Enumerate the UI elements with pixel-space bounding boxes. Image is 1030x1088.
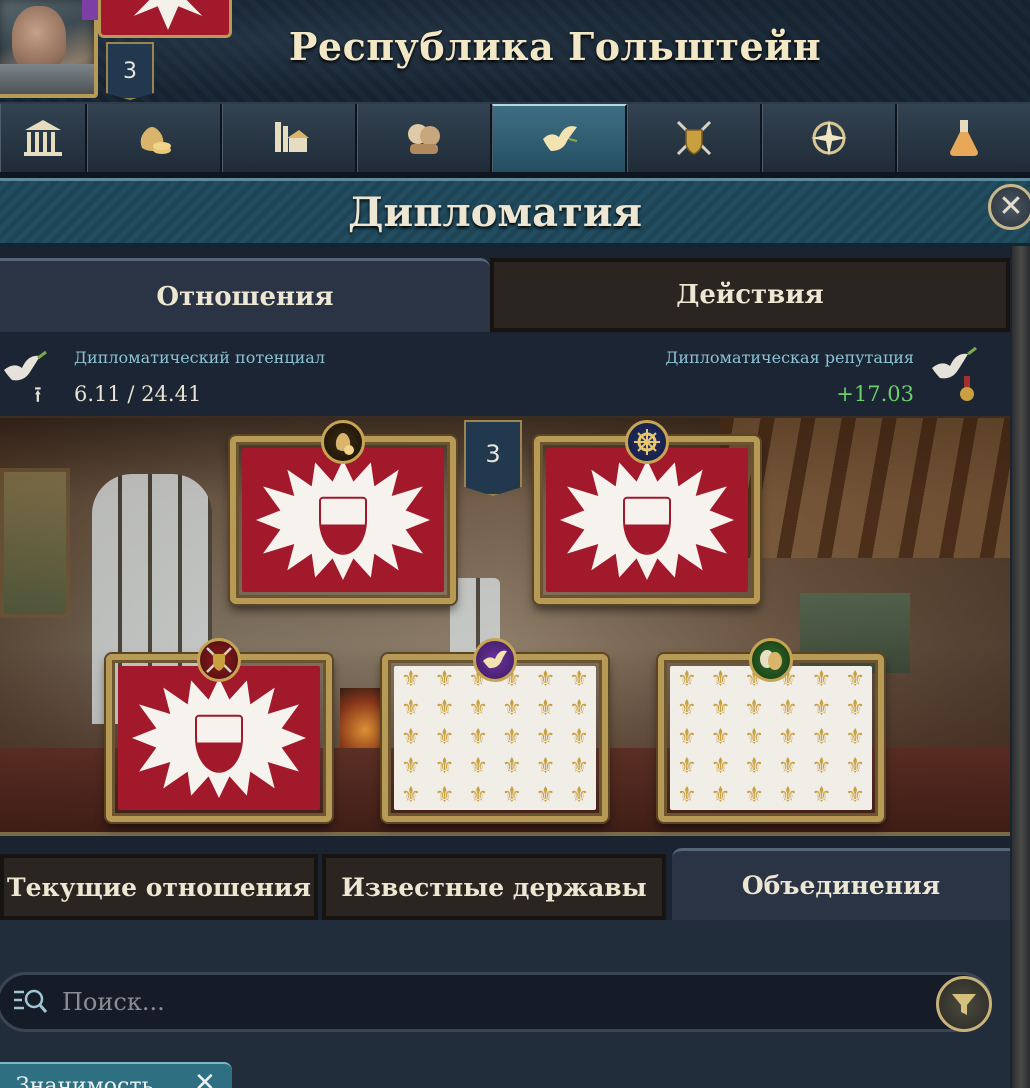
- sort-chip-remove-icon[interactable]: ✕: [194, 1068, 216, 1088]
- diplomat-flag: [546, 448, 748, 592]
- tab-actions[interactable]: Действия: [490, 258, 1010, 332]
- scene-ceiling-beams: [720, 418, 1010, 558]
- filter-button[interactable]: [936, 976, 992, 1032]
- government-icon: [24, 120, 62, 156]
- main-tab-bar: [0, 104, 1030, 172]
- tab-politics[interactable]: [357, 104, 492, 172]
- scene-painting: [0, 468, 70, 618]
- realm-title: Республика Гольштейн: [288, 24, 822, 69]
- diplomatic-potential-label: Дипломатический потенциал: [74, 348, 325, 367]
- tab-relations[interactable]: Отношения: [0, 258, 490, 332]
- politics-icon: [408, 124, 440, 154]
- diplomatic-reputation-value: +17.03: [836, 382, 914, 406]
- reputation-dove-medal-icon: [932, 346, 977, 401]
- diplomat-role-medallion: [321, 420, 365, 464]
- tab-treasury[interactable]: [87, 104, 222, 172]
- tab-government[interactable]: [0, 104, 87, 172]
- diplomat-role-medallion: [197, 638, 241, 682]
- buildings-icon: [275, 122, 309, 152]
- search-input[interactable]: [62, 984, 922, 1020]
- ruler-face: [12, 6, 66, 72]
- diplomatic-reputation-label: Дипломатическая репутация: [665, 348, 914, 367]
- sort-chip-label: Значимость: [16, 1074, 154, 1088]
- capacity-upgrade-icon[interactable]: ⭱: [34, 378, 42, 416]
- search-icon: [14, 989, 48, 1013]
- military-icon: [676, 120, 712, 156]
- tab-unions[interactable]: Объединения: [672, 848, 1010, 920]
- technology-flask-icon: [950, 120, 978, 156]
- close-button[interactable]: ✕: [988, 184, 1030, 230]
- money-bag-icon: [335, 433, 354, 455]
- realm-rank-badge: 3: [106, 42, 154, 100]
- tab-current-relations[interactable]: Текущие отношения: [0, 854, 318, 920]
- diplomat-role-medallion: [473, 638, 517, 682]
- diplomat-flag: [118, 666, 320, 810]
- diplomacy-subtabs: Отношения Действия: [0, 258, 1010, 332]
- ship-wheel-icon: [634, 429, 660, 455]
- tab-military[interactable]: [627, 104, 762, 172]
- ruler-armor: [0, 64, 94, 94]
- diplomat-slot-1[interactable]: [230, 420, 456, 604]
- theater-masks-icon: [760, 650, 782, 670]
- exploration-compass-icon: [811, 120, 847, 156]
- tab-technology[interactable]: [897, 104, 1030, 172]
- diplomat-flag: ⚜ ⚜ ⚜ ⚜ ⚜ ⚜ ⚜ ⚜ ⚜ ⚜ ⚜ ⚜ ⚜ ⚜ ⚜ ⚜ ⚜ ⚜ ⚜ ⚜ ⚜ ⚜ ⚜ ⚜ ⚜ ⚜ ⚜ ⚜ ⚜ ⚜: [394, 666, 596, 810]
- diplomat-slot-4[interactable]: ⚜ ⚜ ⚜ ⚜ ⚜ ⚜ ⚜ ⚜ ⚜ ⚜ ⚜ ⚜ ⚜ ⚜ ⚜ ⚜ ⚜ ⚜ ⚜ ⚜ ⚜ ⚜ ⚜ ⚜ ⚜ ⚜ ⚜ ⚜ ⚜ ⚜: [382, 638, 608, 822]
- diplomat-slot-2[interactable]: [534, 420, 760, 604]
- panel-title-bar: Дипломатия: [0, 178, 1030, 246]
- tab-diplomacy[interactable]: [492, 104, 627, 172]
- tab-exploration[interactable]: [762, 104, 897, 172]
- diplomat-slot-3[interactable]: [106, 638, 332, 822]
- panel-scrollbar[interactable]: [1012, 246, 1030, 1088]
- diplomat-role-medallion: [625, 420, 669, 464]
- tab-known-powers[interactable]: Известные державы: [322, 854, 666, 920]
- relations-subtabs: Текущие отношения Известные державы Объе…: [0, 848, 1010, 920]
- crossed-swords-shield-icon: [206, 647, 232, 673]
- diplomat-flag: [242, 448, 444, 592]
- filter-funnel-icon: [952, 994, 976, 1015]
- diplomatic-potential-value: 6.11 / 24.41: [74, 382, 202, 406]
- diplomat-count-badge: 3: [464, 420, 522, 496]
- diplomat-flag: ⚜ ⚜ ⚜ ⚜ ⚜ ⚜ ⚜ ⚜ ⚜ ⚜ ⚜ ⚜ ⚜ ⚜ ⚜ ⚜ ⚜ ⚜ ⚜ ⚜ ⚜ ⚜ ⚜ ⚜ ⚜ ⚜ ⚜ ⚜ ⚜ ⚜: [670, 666, 872, 810]
- diplomacy-dove-icon: [543, 126, 578, 151]
- realm-flag-burst: [125, 0, 211, 30]
- panel-title: Дипломатия: [347, 189, 643, 236]
- realm-flag[interactable]: [98, 0, 232, 38]
- tab-buildings[interactable]: [222, 104, 357, 172]
- dove-icon: [483, 650, 507, 669]
- realm-header: 3 Республика Гольштейн: [0, 0, 1030, 104]
- diplomat-slot-5[interactable]: ⚜ ⚜ ⚜ ⚜ ⚜ ⚜ ⚜ ⚜ ⚜ ⚜ ⚜ ⚜ ⚜ ⚜ ⚜ ⚜ ⚜ ⚜ ⚜ ⚜ ⚜ ⚜ ⚜ ⚜ ⚜ ⚜ ⚜ ⚜ ⚜ ⚜: [658, 638, 884, 822]
- treasury-icon: [140, 127, 171, 154]
- diplomat-role-medallion: [749, 638, 793, 682]
